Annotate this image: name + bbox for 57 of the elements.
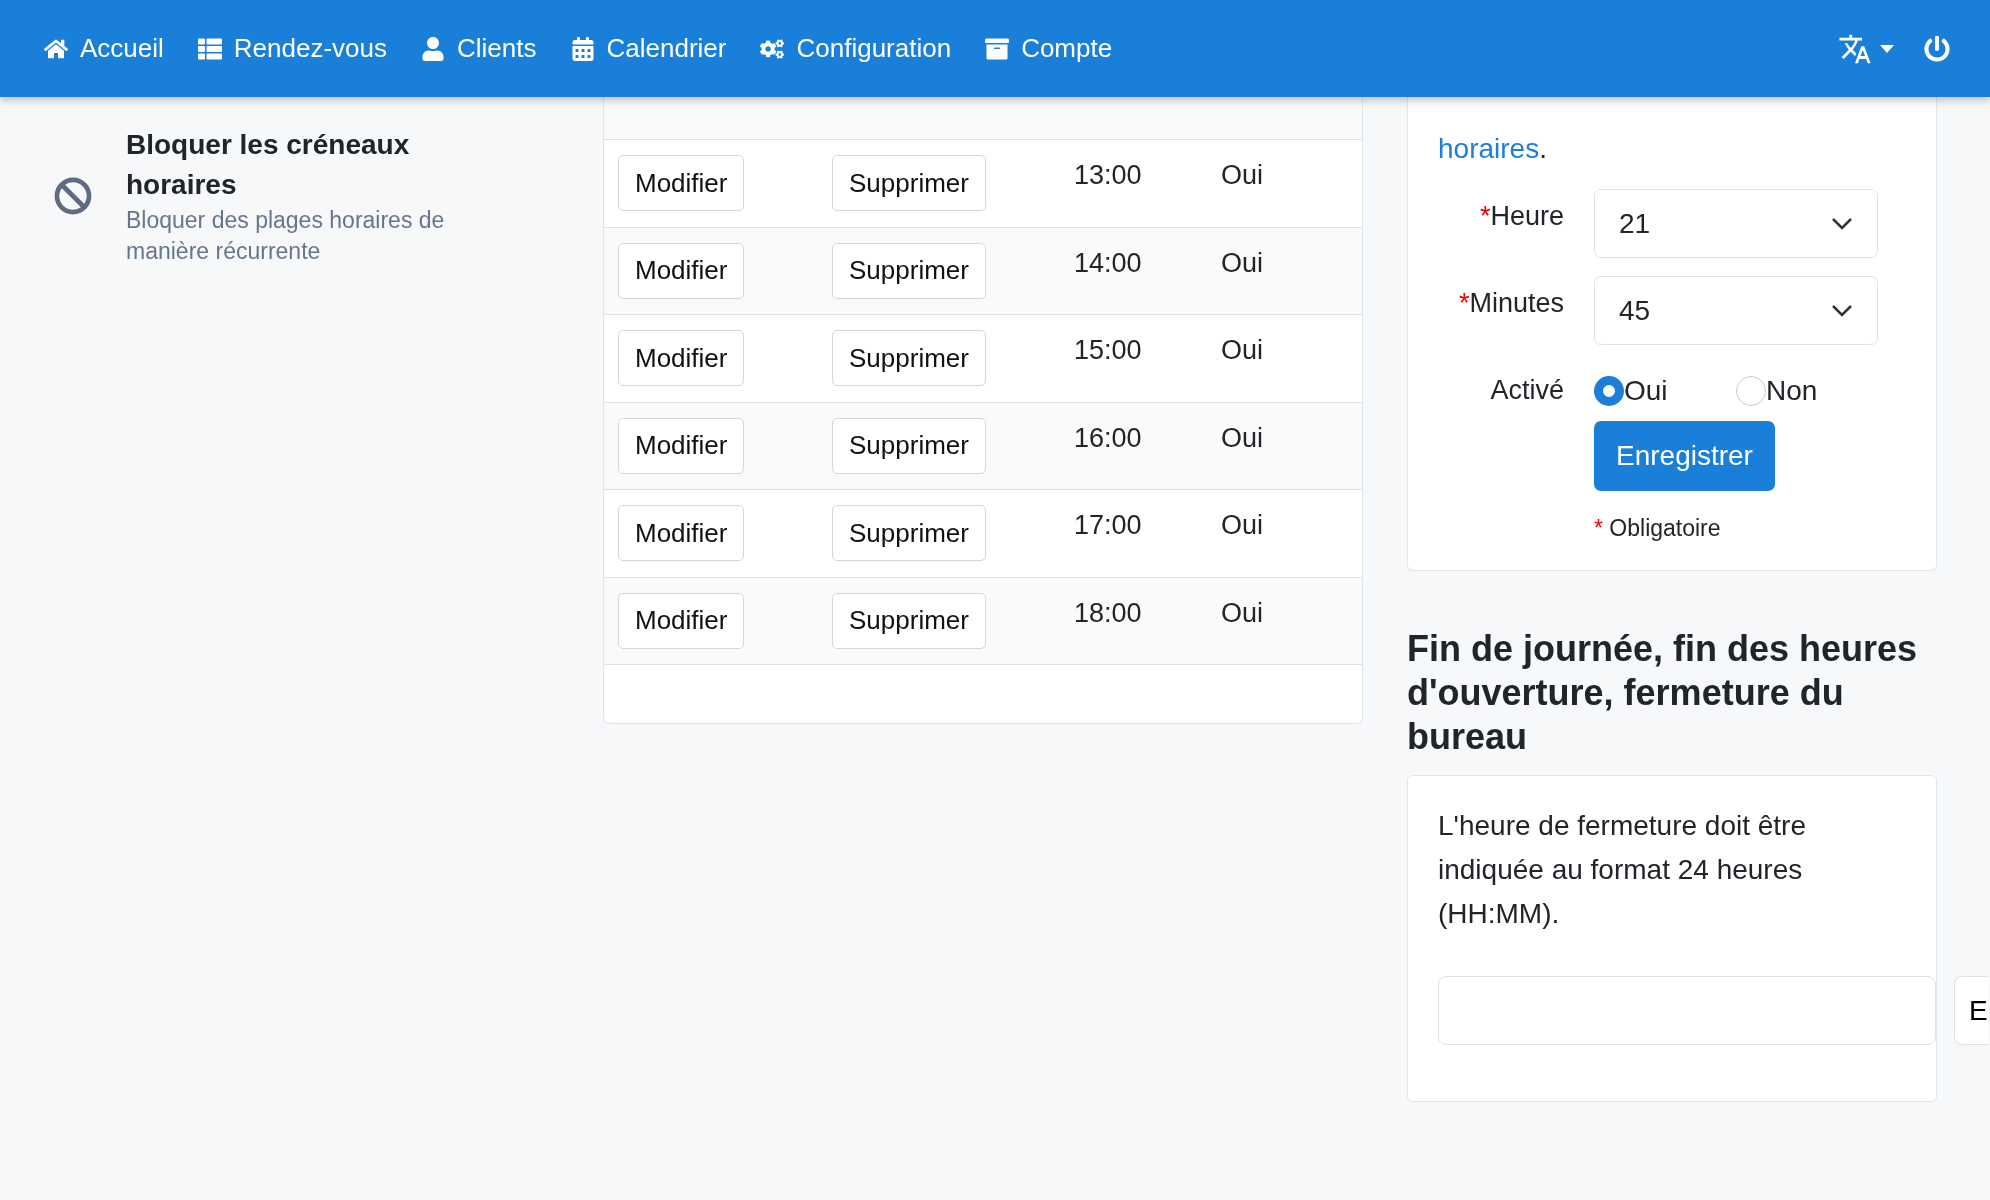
required-note: * Obligatoire [1594, 515, 1722, 542]
radio-option[interactable]: Non [1736, 375, 1828, 407]
delete-button[interactable]: Supprimer [832, 417, 986, 474]
user-icon [421, 36, 446, 61]
nav-link[interactable]: Compte [985, 33, 1113, 64]
time-cell-text: 18:00 [1074, 597, 1143, 629]
gears-icon [760, 36, 785, 61]
active-cell-text: Oui [1221, 597, 1265, 629]
active-cell-text: Oui [1221, 160, 1265, 191]
list-icon [197, 36, 222, 61]
nav-link[interactable]: Rendez-vous [197, 33, 388, 64]
active-cell-text: Oui [1221, 335, 1265, 366]
time-cell-text: 17:00 [1074, 510, 1143, 541]
delete-button[interactable]: Supprimer [832, 242, 986, 299]
delete-button[interactable]: Supprimer [832, 505, 986, 562]
section-subtitle: Bloquer des plages horaires de manière récurrente [126, 206, 446, 266]
edit-button[interactable]: Modifier [618, 155, 745, 212]
field-label: *Heure [1478, 201, 1564, 232]
select-field[interactable]: 45 [1594, 276, 1878, 345]
help-text: L'heure de fermeture doit être indiquée au format 24 heures (HH:MM). [1438, 809, 1807, 931]
nav-link[interactable]: Accueil [44, 33, 164, 64]
nav-link[interactable]: Calendrier [570, 33, 727, 64]
time-cell-text: 15:00 [1074, 335, 1143, 366]
time-cell-text: 14:00 [1074, 247, 1143, 279]
field-label: Activé [1489, 375, 1564, 406]
time-cell-text: 13:00 [1074, 160, 1143, 191]
power-icon[interactable] [1924, 35, 1950, 62]
section-heading: Fin de journée, fin des heures d'ouverture, fermeture du bureau [1407, 627, 1919, 759]
edit-button[interactable]: Modifier [618, 417, 745, 474]
nav-link[interactable]: Clients [421, 33, 537, 64]
delete-button[interactable]: Supprimer [832, 592, 986, 649]
caret-icon [1880, 44, 1894, 53]
radio-option[interactable]: Oui [1594, 375, 1686, 407]
edit-button[interactable]: Modifier [618, 242, 745, 299]
section-title: Bloquer les créneaux horaires [126, 128, 411, 202]
edit-button[interactable]: Modifier [618, 592, 745, 649]
active-cell-text: Oui [1221, 510, 1265, 541]
closing-time-field[interactable] [1438, 976, 1936, 1045]
delete-button[interactable]: Supprimer [832, 155, 986, 212]
save-button[interactable]: Enregistrer [1594, 421, 1775, 491]
calendar-icon [570, 36, 595, 61]
chevron-down-icon [1831, 303, 1853, 318]
chevron-down-icon [1831, 216, 1853, 231]
archive-icon [985, 36, 1010, 61]
select-field[interactable]: 21 [1594, 189, 1878, 258]
delete-button[interactable]: Supprimer [832, 330, 986, 387]
active-cell-text: Oui [1221, 422, 1265, 454]
nav-link[interactable]: Configuration [760, 33, 952, 64]
blocked-icon [54, 177, 92, 215]
time-cell-text: 16:00 [1074, 422, 1143, 454]
edit-button[interactable]: Modifier [618, 505, 745, 562]
side-button[interactable]: E [1954, 976, 1988, 1045]
field-label: *Minutes [1457, 288, 1564, 319]
section-link[interactable]: horaires [1438, 133, 1540, 164]
intro-text: horaires. [1438, 132, 1548, 166]
active-cell-text: Oui [1221, 247, 1265, 279]
edit-button[interactable]: Modifier [618, 330, 745, 387]
